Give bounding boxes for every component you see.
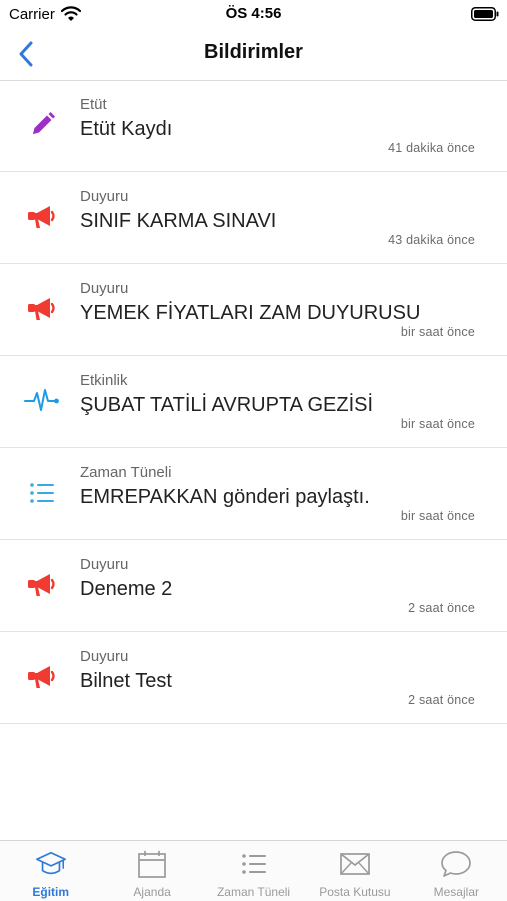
notification-item[interactable]: Duyuru Bilnet Test 2 saat önce <box>0 632 507 724</box>
status-bar: Carrier ÖS 4:56 <box>0 0 507 28</box>
notification-category: Duyuru <box>80 280 129 297</box>
tab-4[interactable]: Mesajlar <box>406 841 507 901</box>
activity-icon <box>22 384 62 418</box>
tab-label: Eğitim <box>32 885 70 899</box>
notification-title: ŞUBAT TATİLİ AVRUPTA GEZİSİ <box>80 394 374 416</box>
navigation-bar: Bildirimler <box>0 28 507 81</box>
notification-title: Bilnet Test <box>80 670 172 692</box>
tab-bar: Eğitim Ajanda Zaman Tüneli Posta Kutusu … <box>0 840 507 901</box>
notification-category: Duyuru <box>80 648 129 665</box>
notification-time: bir saat önce <box>400 509 475 523</box>
notification-list: Etüt Etüt Kaydı 41 dakika önce Duyuru SI… <box>0 80 507 724</box>
battery-icon <box>471 7 499 26</box>
notification-time: 43 dakika önce <box>388 233 475 247</box>
graduation-cap-icon <box>35 849 67 879</box>
tab-label: Ajanda <box>133 885 171 899</box>
tab-1[interactable]: Ajanda <box>101 841 202 901</box>
page-title: Bildirimler <box>204 41 303 63</box>
notification-time: bir saat önce <box>400 325 475 339</box>
tab-3[interactable]: Posta Kutusu <box>304 841 405 901</box>
tab-label: Posta Kutusu <box>319 885 391 899</box>
notification-time: bir saat önce <box>400 417 475 431</box>
notification-title: Deneme 2 <box>80 578 173 600</box>
tab-2[interactable]: Zaman Tüneli <box>203 841 304 901</box>
envelope-icon <box>339 849 371 879</box>
chat-bubble-icon <box>440 849 472 879</box>
tab-0[interactable]: Eğitim <box>0 841 101 901</box>
list-icon <box>22 476 62 510</box>
notification-time: 2 saat önce <box>408 601 475 615</box>
notification-title: YEMEK FİYATLARI ZAM DUYURUSU <box>80 302 421 324</box>
tab-label: Zaman Tüneli <box>216 885 291 899</box>
notification-category: Duyuru <box>80 556 129 573</box>
notification-title: SINIF KARMA SINAVI <box>80 210 277 232</box>
list-icon <box>238 849 270 879</box>
notification-time: 41 dakika önce <box>388 141 475 155</box>
tab-label: Mesajlar <box>433 885 479 899</box>
notification-item[interactable]: Zaman Tüneli EMREPAKKAN gönderi paylaştı… <box>0 448 507 540</box>
notification-category: Etüt <box>80 96 107 113</box>
notification-title: EMREPAKKAN gönderi paylaştı. <box>80 486 370 508</box>
notification-title: Etüt Kaydı <box>80 118 173 140</box>
pencil-icon <box>22 108 62 142</box>
status-time: ÖS 4:56 <box>225 5 282 22</box>
calendar-icon <box>136 849 168 879</box>
notification-item[interactable]: Duyuru YEMEK FİYATLARI ZAM DUYURUSU bir … <box>0 264 507 356</box>
notification-item[interactable]: Etüt Etüt Kaydı 41 dakika önce <box>0 80 507 172</box>
notification-time: 2 saat önce <box>408 693 475 707</box>
megaphone-icon <box>22 568 62 602</box>
megaphone-icon <box>22 660 62 694</box>
notification-item[interactable]: Duyuru Deneme 2 2 saat önce <box>0 540 507 632</box>
notification-category: Etkinlik <box>80 372 128 389</box>
notification-item[interactable]: Duyuru SINIF KARMA SINAVI 43 dakika önce <box>0 172 507 264</box>
notification-item[interactable]: Etkinlik ŞUBAT TATİLİ AVRUPTA GEZİSİ bir… <box>0 356 507 448</box>
notification-category: Zaman Tüneli <box>80 464 172 481</box>
megaphone-icon <box>22 292 62 326</box>
notification-category: Duyuru <box>80 188 129 205</box>
megaphone-icon <box>22 200 62 234</box>
